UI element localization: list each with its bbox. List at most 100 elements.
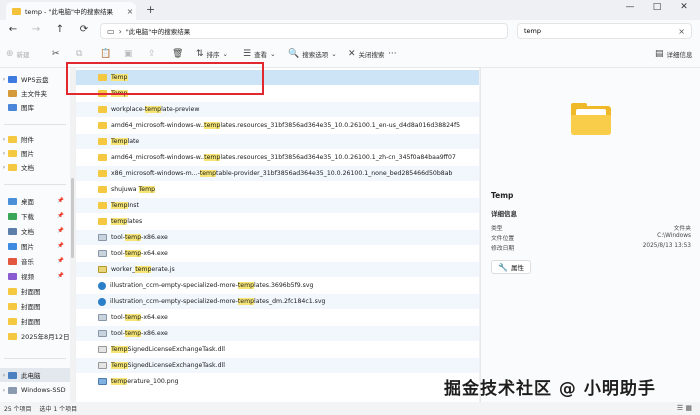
png-icon [98,378,107,385]
minimize-button[interactable]: — [621,2,639,12]
file-row[interactable]: temperature_100.png [76,374,479,389]
address-field[interactable]: ▭ › "此电脑"中的搜索结果 [100,23,508,39]
sidebar-item[interactable]: › Windows-SSD [0,383,70,397]
sidebar-item[interactable]: › WPS云盘 [0,72,70,86]
file-row[interactable]: tool-temp-x64.exe [76,310,479,325]
sidebar-item[interactable]: 主文件夹 [0,86,70,100]
close-tab-icon[interactable]: × [124,7,136,16]
file-row[interactable]: tool-temp-x86.exe [76,326,479,341]
chevron-right-icon[interactable]: › [0,164,8,171]
folder-icon [98,122,107,129]
file-row[interactable]: tool-temp-x86.exe [76,230,479,245]
forward-button[interactable]: → [29,24,43,35]
file-row[interactable]: illustration_ccm-empty-specialized-more-… [76,278,479,293]
file-row[interactable]: TempSignedLicenseExchangeTask.dll [76,358,479,373]
file-name: TempSignedLicenseExchangeTask.dll [111,362,225,369]
file-name: tool-temp-x86.exe [111,330,168,337]
file-row[interactable]: illustration_ccm-empty-specialized-more-… [76,294,479,309]
file-row[interactable]: TempInst [76,198,479,213]
more-button[interactable]: ··· [388,49,397,59]
new-button[interactable]: ⊕ 新建 [6,49,30,59]
back-button[interactable]: ← [6,24,20,35]
match-highlight: temp [204,122,221,129]
sidebar-item-label: 视频 [21,273,34,281]
chevron-right-icon[interactable]: › [0,76,8,83]
paste-icon: 📋 [100,49,112,59]
refresh-button[interactable]: ⟳ [77,24,91,35]
chevron-right-icon[interactable]: › [0,372,8,379]
sidebar-scrollbar[interactable] [70,68,75,402]
file-row[interactable]: workplace-template-preview [76,102,479,117]
sidebar-item[interactable]: › 附件 [0,132,70,146]
details-pane-button[interactable]: ▤ 详细信息 [655,49,693,59]
copy-button[interactable]: ⧉ [76,49,82,59]
window-tab[interactable]: temp - "此电脑"中的搜索结果 × [6,2,136,20]
folder-icon [8,135,17,143]
sidebar-item[interactable]: 音乐 📌 [0,254,70,268]
sidebar-item[interactable]: 图库 [0,100,70,114]
file-row[interactable]: worker_temperate.js [76,262,479,277]
chevron-right-icon[interactable]: › [0,136,8,143]
file-row[interactable]: x86_microsoft-windows-m...-temptable-pro… [76,166,479,181]
search-results-list: Temp Temp workplace-template-preview amd64_… [76,68,479,402]
file-row[interactable]: Template [76,134,479,149]
details-key: 文件位置 [491,236,515,242]
rename-icon: ▣ [124,49,133,59]
file-name: illustration_ccm-empty-specialized-more-… [110,282,314,289]
sidebar-item[interactable]: 视频 📌 [0,269,70,283]
match-highlight: temp [237,282,255,289]
sidebar-item[interactable]: › 此电脑 [0,368,70,382]
sort-button[interactable]: ⇅ 排序 ⌄ [196,49,228,59]
sidebar-scroll-thumb[interactable] [71,178,74,258]
sidebar-item[interactable]: 封面图 [0,284,70,298]
new-tab-button[interactable]: + [146,3,155,16]
sidebar-item[interactable]: 桌面 📌 [0,194,70,208]
sidebar-item[interactable]: 文档 📌 [0,224,70,238]
gallery-icon [8,103,17,111]
file-row[interactable]: amd64_microsoft-windows-w..templates.res… [76,150,479,165]
view-icon: ☰ [243,49,252,59]
sidebar-item[interactable]: 封面图 [0,299,70,313]
watermark: 掘金技术社区 @ 小明助手 [444,379,656,399]
cut-button[interactable]: ✂ [52,49,60,59]
paste-button[interactable]: 📋 [100,49,111,59]
up-button[interactable]: ↑ [53,24,67,35]
details-pane: Temp 详细信息 类型 文件夹 文件位置 C:\Windows 修改日期 20… [480,68,700,402]
search-options-button[interactable]: 🔍 搜索选项 ⌄ [288,49,337,59]
file-name: Template [111,138,140,145]
details-section-label: 详细信息 [491,210,517,218]
close-search-button[interactable]: ✕ 关闭搜索 [348,49,385,59]
clear-search-icon[interactable]: × [678,27,685,36]
sidebar-item-label: WPS云盘 [21,76,49,84]
file-row[interactable]: templates [76,214,479,229]
chevron-right-icon[interactable]: › [0,150,8,157]
file-row[interactable]: amd64_microsoft-windows-w..templates.res… [76,118,479,133]
file-row[interactable]: tool-temp-x64.exe [76,246,479,261]
search-input[interactable] [524,27,664,35]
rename-button[interactable]: ▣ [124,49,133,59]
view-toggle-icons[interactable]: ☰ ▦ [677,404,692,412]
search-box[interactable]: × [517,23,692,39]
address-path: "此电脑"中的搜索结果 [125,28,191,36]
view-button[interactable]: ☰ 查看 ⌄ [243,49,276,59]
details-value: C:\Windows [657,233,691,239]
maximize-button[interactable]: □ [648,2,666,12]
file-row[interactable]: TempSignedLicenseExchangeTask.dll [76,342,479,357]
folder-icon [8,332,17,340]
close-window-button[interactable]: ✕ [675,2,693,12]
share-button[interactable]: ⇪ [148,49,156,59]
sidebar-item[interactable]: › 图片 [0,146,70,160]
chevron-right-icon[interactable]: › [0,387,8,394]
sidebar-item[interactable]: 封面图 [0,314,70,328]
delete-button[interactable]: 🗑 [172,49,183,59]
sidebar-item-label: 音乐 [21,258,34,266]
sidebar-item-label: Windows-SSD [21,386,66,394]
sidebar-item[interactable]: 下载 📌 [0,209,70,223]
sidebar-item[interactable]: 图片 📌 [0,239,70,253]
selection-count: 选中 1 个项目 [39,406,78,413]
sidebar-item[interactable]: 2025年8月12日 [0,329,70,343]
sidebar-item[interactable]: › 文档 [0,160,70,174]
file-row[interactable]: shujuwa Temp [76,182,479,197]
properties-button[interactable]: 🔧 属性 [491,260,531,274]
close-search-label: 关闭搜索 [358,51,385,59]
